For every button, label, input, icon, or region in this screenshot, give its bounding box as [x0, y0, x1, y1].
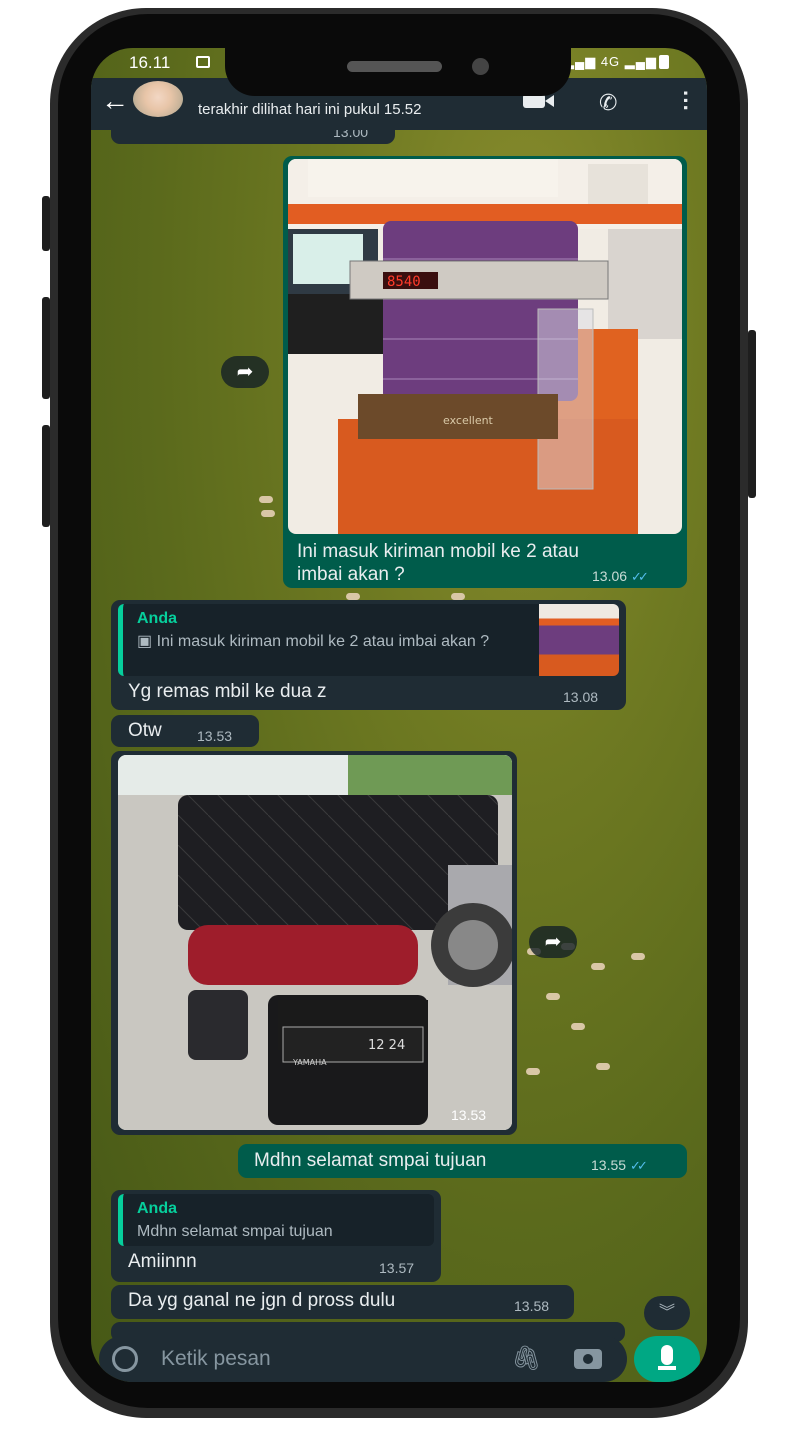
wallpaper-animal: [596, 1063, 610, 1070]
message-text: Da yg ganal ne jgn d pross dulu: [128, 1290, 396, 1311]
quoted-message[interactable]: Anda Mdhn selamat smpai tujuan: [118, 1194, 434, 1246]
parcel-scale-image: 8540 excellent: [288, 159, 682, 534]
message-time: 13.06 ✓✓: [592, 568, 649, 584]
message-text: Mdhn selamat smpai tujuan: [254, 1150, 487, 1171]
quoted-author: Anda: [137, 1200, 177, 1217]
quoted-text: Mdhn selamat smpai tujuan: [137, 1223, 333, 1240]
side-button: [42, 196, 50, 251]
wallpaper-animal: [591, 963, 605, 970]
photo-parcel-on-scale[interactable]: 8540 excellent: [288, 159, 682, 534]
message-time: 13.53: [197, 728, 233, 744]
camera-icon[interactable]: [574, 1349, 602, 1369]
wallpaper-animal: [571, 1023, 585, 1030]
voice-message-button[interactable]: [634, 1336, 700, 1382]
message-time: 13.57: [379, 1260, 415, 1276]
wallpaper-animal: [546, 993, 560, 1000]
message-bubble-outgoing[interactable]: Mdhn selamat smpai tujuan 13.55 ✓✓: [238, 1144, 687, 1178]
earpiece: [347, 61, 442, 72]
message-bubble-incoming[interactable]: 12 24 YAMAHA 13.53: [111, 751, 517, 1135]
wallpaper-animal: [261, 510, 275, 517]
signal-icon: ▂▄▆ 4G ▂▄▆: [564, 54, 657, 69]
message-text: Otw: [128, 720, 162, 741]
read-ticks-icon: ✓✓: [630, 1158, 648, 1173]
message-bubble-incoming[interactable]: Anda ▣ Ini masuk kiriman mobil ke 2 atau…: [111, 600, 626, 710]
motorcycle-image: 12 24 YAMAHA: [118, 755, 512, 1130]
message-bubble-incoming[interactable]: Da yg ganal ne jgn d pross dulu 13.58: [111, 1285, 574, 1319]
forward-icon[interactable]: ➦: [529, 926, 577, 958]
quoted-message[interactable]: Anda ▣ Ini masuk kiriman mobil ke 2 atau…: [118, 604, 619, 676]
license-plate: 12 24: [368, 1038, 405, 1053]
message-input[interactable]: Ketik pesan: [161, 1347, 271, 1371]
microphone-icon: [661, 1345, 673, 1365]
volume-down-button: [42, 425, 50, 527]
scroll-down-chevron-icon[interactable]: ︾: [644, 1296, 690, 1330]
image-icon: ▣: [137, 633, 157, 650]
emoji-icon[interactable]: [112, 1346, 138, 1372]
message-time: 13.58: [514, 1298, 550, 1314]
last-seen-text[interactable]: terakhir dilihat hari ini pukul 15.52: [198, 101, 421, 118]
network-type: 4G: [600, 54, 621, 69]
message-time: 13.55 ✓✓: [591, 1157, 648, 1173]
wallpaper-animal: [526, 1068, 540, 1075]
message-text: Ini masuk kiriman mobil ke 2 atau imbai …: [297, 541, 579, 585]
message-text: Yg remas mbil ke dua z: [128, 681, 327, 702]
message-bubble-incoming[interactable]: Anda Mdhn selamat smpai tujuan Amiinnn 1…: [111, 1190, 441, 1282]
message-text: Amiinnn: [128, 1251, 197, 1272]
more-options-icon[interactable]: ···: [673, 90, 698, 112]
photo-motorcycle-parcel[interactable]: 12 24 YAMAHA: [118, 755, 512, 1130]
wallpaper-animal: [346, 593, 360, 600]
scale-brand: excellent: [443, 414, 494, 427]
wallpaper-animal: [451, 593, 465, 600]
screen: 16.11 ▂▄▆ 4G ▂▄▆ ← terakhir dilihat hari…: [91, 48, 707, 1382]
back-arrow-icon[interactable]: ←: [101, 86, 129, 116]
scale-display: 8540: [387, 274, 421, 290]
quoted-text: ▣ Ini masuk kiriman mobil ke 2 atau imba…: [137, 633, 490, 650]
message-composer[interactable]: Ketik pesan 🖇: [99, 1336, 627, 1382]
battery-icon: [659, 55, 669, 69]
phone-call-icon[interactable]: ✆: [599, 90, 617, 116]
message-time: 13.08: [563, 689, 599, 705]
notch: [225, 48, 571, 96]
wallpaper-animal: [259, 496, 273, 503]
status-time: 16.11: [129, 53, 171, 72]
contact-avatar[interactable]: [133, 81, 183, 117]
power-button: [748, 330, 756, 498]
quoted-author: Anda: [137, 610, 177, 627]
forward-icon[interactable]: ➦: [221, 356, 269, 388]
attach-icon[interactable]: 🖇: [511, 1344, 541, 1373]
front-camera: [472, 58, 489, 75]
read-ticks-icon: ✓✓: [631, 569, 649, 584]
message-bubble-incoming[interactable]: Otw 13.53: [111, 715, 259, 747]
plate-brand: YAMAHA: [292, 1058, 327, 1067]
message-bubble-outgoing[interactable]: 8540 excellent Ini masuk kiriman mobil k…: [283, 156, 687, 588]
volume-up-button: [42, 297, 50, 399]
wallpaper-animal: [631, 953, 645, 960]
message-time: 13.53: [451, 1107, 487, 1123]
gallery-icon: [196, 56, 210, 68]
quoted-photo-thumbnail: [539, 604, 619, 676]
